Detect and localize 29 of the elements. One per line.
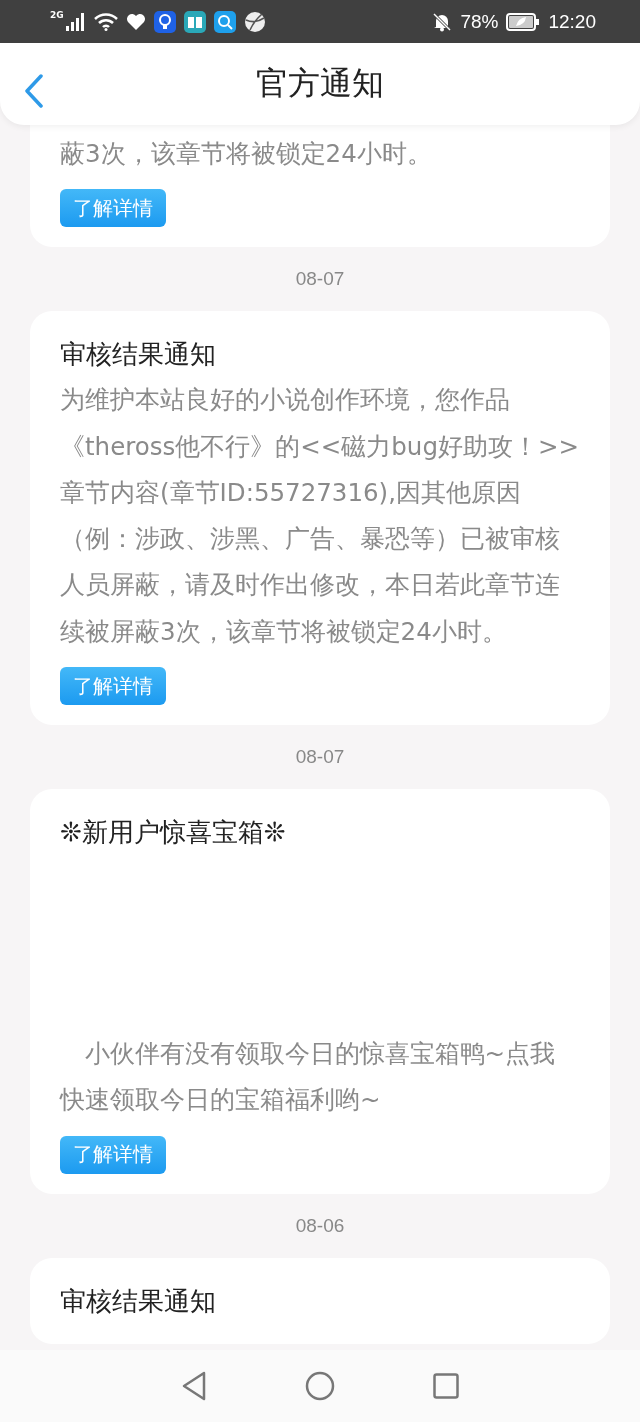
search-icon bbox=[213, 10, 236, 33]
globe-icon bbox=[243, 10, 266, 33]
home-nav-icon[interactable] bbox=[305, 1371, 335, 1401]
recents-nav-icon[interactable] bbox=[433, 1373, 459, 1399]
notice-text: 小伙伴有没有领取今日的惊喜宝箱鸭~点我快速领取今日的宝箱福利哟~ bbox=[60, 1038, 557, 1117]
details-button[interactable]: 了解详情 bbox=[60, 1135, 166, 1174]
network-type: 2G bbox=[50, 10, 64, 20]
notice-date: 08-07 bbox=[295, 745, 345, 770]
lightbulb-icon bbox=[153, 10, 176, 33]
page-title: 官方通知 bbox=[256, 63, 384, 104]
notice-text: 蔽3次，该章节将被锁定24小时。 bbox=[60, 138, 432, 170]
battery-icon bbox=[506, 12, 541, 31]
back-nav-icon[interactable] bbox=[181, 1371, 207, 1401]
battery-percent: 78% bbox=[460, 10, 499, 33]
heart-icon bbox=[125, 12, 146, 31]
details-button[interactable]: 了解详情 bbox=[60, 667, 166, 706]
clock-time: 12:20 bbox=[548, 10, 596, 33]
bell-off-icon bbox=[432, 11, 453, 32]
back-icon[interactable] bbox=[24, 74, 44, 108]
book-icon bbox=[183, 10, 206, 33]
notice-text: 为维护本站良好的小说创作环境，您作品《theross他不行》的<<磁力bug好助攻！>>章节内容(章节ID:55727316),因其他原因（例：涉政、涉黑、广告、暴恐等）已被审核人员屏蔽，请及时作出修改，本日若此章节连续被屏蔽3次，该章节将被锁定24小时。 bbox=[60, 384, 580, 648]
notice-date: 08-07 bbox=[295, 267, 345, 292]
notice-date: 08-06 bbox=[295, 1213, 345, 1238]
signal-icon bbox=[65, 12, 86, 31]
notice-title: 审核结果通知 bbox=[60, 338, 216, 372]
wifi-icon bbox=[93, 12, 118, 31]
notice-title: 审核结果通知 bbox=[60, 1284, 216, 1318]
notice-title: ❊新用户惊喜宝箱❊ bbox=[60, 816, 286, 850]
details-button[interactable]: 了解详情 bbox=[60, 189, 166, 228]
